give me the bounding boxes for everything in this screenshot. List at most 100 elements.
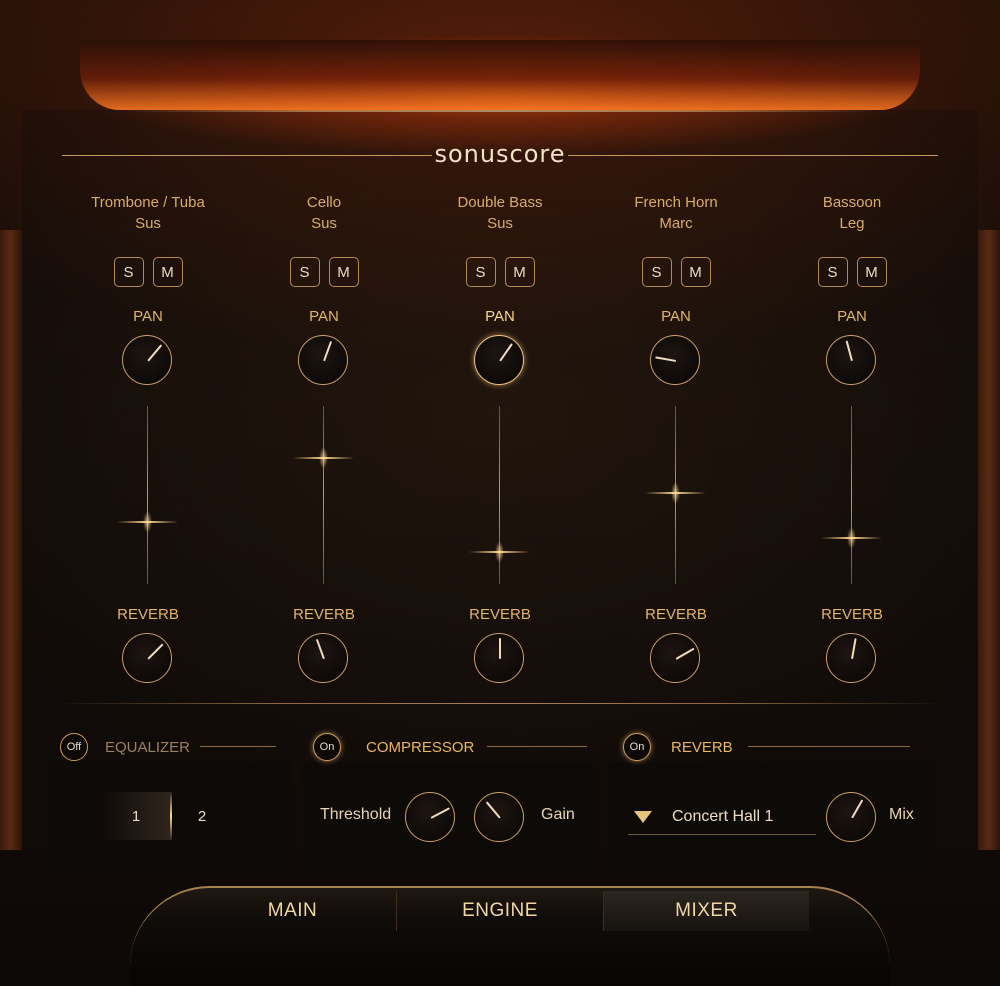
eq-band-tabs: 1 2 [80,792,280,842]
fader-handle[interactable] [821,526,882,549]
pan-label: PAN [133,308,163,325]
fader-handle[interactable] [117,510,178,533]
pan-label: PAN [837,308,867,325]
reverb-preset-dropdown[interactable]: Concert Hall 1 [628,800,816,835]
equalizer-power-button[interactable]: Off [60,733,88,761]
pan-knob[interactable] [826,335,876,385]
channel-articulation: Sus [311,215,337,232]
reverb-send-knob[interactable] [298,633,348,683]
knob-indicator [675,647,695,660]
reverb-mix-knob[interactable] [826,792,876,842]
reverb-title: REVERB [671,738,733,756]
reverb-preset-value: Concert Hall 1 [672,808,774,825]
solo-mute-group: SM [412,257,588,287]
threshold-label: Threshold [320,806,392,823]
channel-strip: Bassoon Leg S M PAN REVERB [764,192,940,683]
channel-name: Cello [306,194,342,211]
mute-button[interactable]: M [328,257,359,287]
solo-button[interactable]: S [465,257,496,287]
channel-strip: Trombone / Tuba Sus S M PAN REVERB [60,192,236,683]
channel-name: Bassoon [822,194,882,211]
pan-knob[interactable] [298,335,348,385]
solo-button[interactable]: S [113,257,144,287]
reverb-rule [748,746,910,747]
reverb-send-label: REVERB [469,606,531,623]
knob-indicator [430,807,451,819]
pan-label: PAN [309,308,339,325]
dropdown-triangle-icon [634,811,652,823]
gain-label: Gain [541,806,575,823]
channel-articulation: Marc [659,215,693,232]
reverb-send-knob[interactable] [826,633,876,683]
reverb-send-label: REVERB [117,606,179,623]
mute-button[interactable]: M [680,257,711,287]
pan-label: PAN [661,308,691,325]
channel-name: Trombone / Tuba [91,194,205,211]
eq-band-1-tab[interactable]: 1 [100,792,172,840]
knob-indicator [323,340,333,362]
mute-button[interactable]: M [504,257,535,287]
hall-ceiling [80,40,920,110]
reverb-send-knob[interactable] [474,633,524,683]
section-separator [55,703,945,704]
knob-indicator [147,643,164,660]
compressor-power-button[interactable]: On [313,733,341,761]
channel-strip: Double Bass Sus S M PAN REVERB [412,192,588,683]
side-wall-left [0,230,22,850]
mix-label: Mix [889,806,914,823]
knob-indicator [499,638,501,659]
solo-mute-group: SM [588,257,764,287]
tab-main[interactable]: MAIN [190,891,395,931]
threshold-knob[interactable] [405,792,455,842]
mute-button[interactable]: M [152,257,183,287]
gain-knob[interactable] [474,792,524,842]
channel-articulation: Leg [839,215,865,232]
knob-indicator [147,344,163,362]
compressor-rule [487,746,587,747]
mute-button[interactable]: M [856,257,887,287]
reverb-send-label: REVERB [645,606,707,623]
solo-button[interactable]: S [817,257,848,287]
channel-articulation: Sus [487,215,513,232]
reverb-send-knob[interactable] [122,633,172,683]
channel-strip: French Horn Marc S M PAN REVERB [588,192,764,683]
volume-fader[interactable] [469,406,530,584]
channel-articulation: Sus [135,215,161,232]
fader-handle[interactable] [293,446,354,469]
reverb-send-label: REVERB [293,606,355,623]
solo-mute-group: SM [60,257,236,287]
compressor-title: COMPRESSOR [366,738,475,756]
reverb-power-button[interactable]: On [623,733,651,761]
fader-handle[interactable] [645,482,706,505]
pan-label: PAN [485,308,515,325]
channel-name: French Horn [634,194,718,211]
volume-fader[interactable] [821,406,882,584]
side-wall-right [978,230,1000,850]
tab-mixer[interactable]: MIXER [604,891,809,931]
knob-indicator [655,356,677,362]
logo-rule-left [62,155,432,156]
pan-knob[interactable] [122,335,172,385]
pan-knob[interactable] [650,335,700,385]
brand-logo: sonuscore [434,140,566,168]
knob-indicator [851,638,857,660]
knob-indicator [851,799,864,819]
knob-indicator [845,340,853,362]
eq-band-2-tab[interactable]: 2 [172,792,232,840]
solo-button[interactable]: S [289,257,320,287]
volume-fader[interactable] [645,406,706,584]
compressor-header: On COMPRESSOR [313,733,474,761]
fader-handle[interactable] [469,540,530,563]
knob-indicator [485,801,501,819]
volume-fader[interactable] [293,406,354,584]
volume-fader[interactable] [117,406,178,584]
knob-indicator [315,638,325,660]
equalizer-header: Off EQUALIZER [60,733,190,761]
tab-engine[interactable]: ENGINE [397,891,603,931]
reverb-send-knob[interactable] [650,633,700,683]
reverb-send-label: REVERB [821,606,883,623]
pan-knob[interactable] [474,335,524,385]
equalizer-title: EQUALIZER [105,738,191,756]
reverb-header: On REVERB [623,733,733,761]
solo-button[interactable]: S [641,257,672,287]
